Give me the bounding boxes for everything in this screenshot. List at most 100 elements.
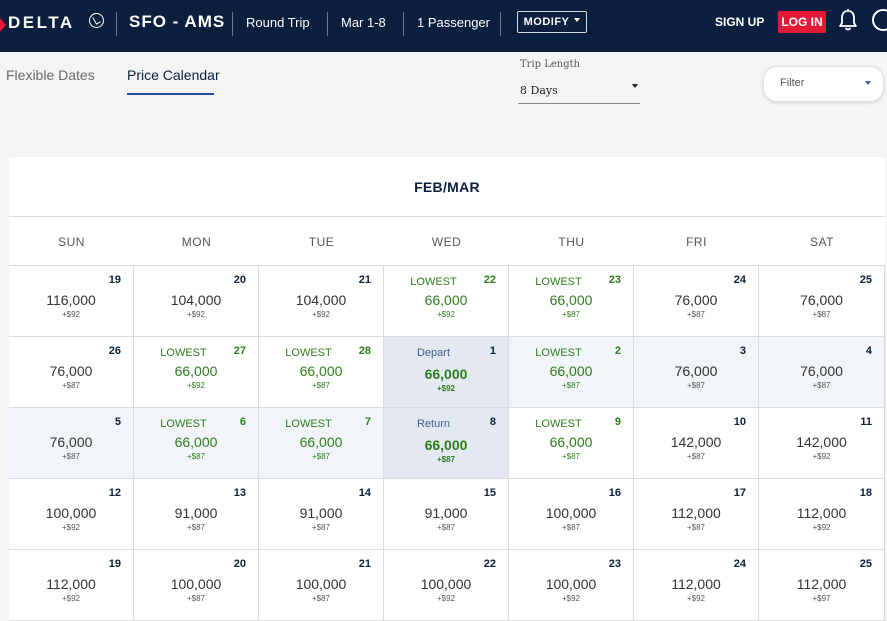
modify-button[interactable]: MODIFY: [517, 11, 587, 33]
tab-price-calendar[interactable]: Price Calendar: [127, 67, 220, 83]
calendar-day-cell[interactable]: 13 91,000 +$87: [134, 479, 259, 550]
tax-amount: +$87: [561, 523, 581, 532]
route-label: SFO - AMS: [129, 12, 226, 31]
tab-flexible-dates[interactable]: Flexible Dates: [6, 67, 95, 83]
calendar-day-cell[interactable]: 6 66,000 +$87 LOWEST: [134, 408, 259, 479]
calendar-day-cell[interactable]: 21 100,000 +$87: [259, 550, 384, 621]
calendar-day-cell[interactable]: 3 76,000 +$87: [634, 337, 759, 408]
trip-length-label: Trip Length: [520, 59, 581, 70]
travel-dates: Mar 1-8: [341, 15, 386, 30]
tax-amount: +$92: [61, 594, 81, 603]
miles-price: 66,000: [424, 366, 468, 382]
miles-price: 66,000: [549, 434, 593, 450]
calendar-day-cell[interactable]: 14 91,000 +$87: [259, 479, 384, 550]
calendar-day-cell[interactable]: 20 100,000 +$87: [134, 550, 259, 621]
calendar-day-cell[interactable]: 23 100,000 +$92: [509, 550, 634, 621]
calendar-day-cell[interactable]: 17 112,000 +$87: [634, 479, 759, 550]
calendar-day-cell[interactable]: 16 100,000 +$87: [509, 479, 634, 550]
tax-amount: +$87: [186, 523, 206, 532]
day-number: 19: [108, 558, 121, 570]
calendar-day-cell[interactable]: 18 112,000 +$92: [759, 479, 885, 550]
miles-price: 76,000: [49, 363, 93, 379]
divider: [116, 12, 117, 36]
calendar-day-cell[interactable]: 15 91,000 +$87: [384, 479, 509, 550]
miles-price: 66,000: [299, 363, 343, 379]
user-avatar-icon[interactable]: [872, 9, 887, 31]
lowest-badge: LOWEST: [285, 347, 332, 359]
filter-label: Filter: [780, 77, 805, 89]
log-in-button[interactable]: LOG IN: [778, 11, 826, 33]
calendar-day-cell[interactable]: 26 76,000 +$87: [9, 337, 134, 408]
day-number: 18: [859, 487, 872, 499]
weekday-mon: MON: [181, 235, 212, 249]
tax-amount: +$92: [561, 594, 581, 603]
tax-amount: +$92: [436, 594, 456, 603]
tax-amount: +$87: [812, 310, 831, 319]
calendar-day-cell[interactable]: 8 66,000 +$87 Return: [384, 408, 509, 479]
calendar-day-cell[interactable]: 12 100,000 +$92: [9, 479, 134, 550]
calendar-day-cell[interactable]: 4 76,000 +$87: [759, 337, 885, 408]
bell-icon[interactable]: [837, 8, 859, 32]
day-number: 25: [859, 558, 872, 570]
miles-price: 66,000: [549, 292, 593, 308]
top-nav-bar: DELTA SFO - AMS Round Trip Mar 1-8 1 Pas…: [0, 0, 887, 52]
price-calendar: FEB/MAR SUN MON TUE WED THU FRI SAT 19 116,000 +…: [9, 157, 885, 621]
calendar-day-cell[interactable]: 25 112,000 +$97: [759, 550, 885, 621]
trip-length-value: 8 Days: [520, 84, 558, 97]
tax-amount: +$87: [311, 452, 331, 461]
day-number: 22: [483, 558, 496, 570]
calendar-day-cell[interactable]: 20 104,000 +$92: [134, 266, 259, 337]
calendar-day-cell[interactable]: 7 66,000 +$87 LOWEST: [259, 408, 384, 479]
weekday-tue: TUE: [308, 235, 335, 249]
calendar-day-cell[interactable]: 21 104,000 +$92: [259, 266, 384, 337]
filter-dropdown[interactable]: Filter: [763, 66, 884, 102]
miles-price: 91,000: [299, 505, 343, 521]
calendar-day-cell[interactable]: 11 142,000 +$92: [759, 408, 885, 479]
lowest-badge: LOWEST: [410, 276, 457, 288]
calendar-day-cell[interactable]: 27 66,000 +$92 LOWEST: [134, 337, 259, 408]
calendar-grid: 19 116,000 +$92 20 104,000 +$92 21 104,000 +$92 2…: [9, 266, 885, 621]
tax-amount: +$97: [812, 594, 831, 603]
calendar-day-cell[interactable]: 25 76,000 +$87: [759, 266, 885, 337]
tax-amount: +$87: [61, 381, 81, 390]
day-number: 21: [358, 274, 371, 286]
tax-amount: +$92: [686, 594, 706, 603]
calendar-day-cell[interactable]: 10 142,000 +$87: [634, 408, 759, 479]
weekday-header-row: SUN MON TUE WED THU FRI SAT: [9, 218, 885, 266]
miles-price: 76,000: [800, 363, 843, 379]
tax-amount: +$92: [61, 310, 81, 319]
tax-amount: +$87: [686, 523, 706, 532]
tax-amount: +$92: [186, 381, 206, 390]
lowest-badge: LOWEST: [535, 347, 582, 359]
miles-price: 91,000: [424, 505, 468, 521]
day-number: 19: [108, 274, 121, 286]
calendar-day-cell[interactable]: 1 66,000 +$92 Depart: [384, 337, 509, 408]
miles-price: 100,000: [545, 505, 597, 521]
sign-up-link[interactable]: SIGN UP: [715, 15, 764, 29]
tax-amount: +$87: [311, 381, 331, 390]
calendar-day-cell[interactable]: 22 100,000 +$92: [384, 550, 509, 621]
day-number: 11: [860, 416, 872, 428]
calendar-day-cell[interactable]: 5 76,000 +$87: [9, 408, 134, 479]
calendar-day-cell[interactable]: 9 66,000 +$87 LOWEST: [509, 408, 634, 479]
weekday-thu: THU: [558, 235, 585, 249]
calendar-day-cell[interactable]: 19 112,000 +$92: [9, 550, 134, 621]
calendar-day-cell[interactable]: 2 66,000 +$87 LOWEST: [509, 337, 634, 408]
tax-amount: +$92: [436, 384, 456, 393]
tax-amount: +$92: [812, 452, 831, 461]
tax-amount: +$87: [561, 310, 581, 319]
lowest-badge: LOWEST: [285, 418, 332, 430]
tax-amount: +$87: [686, 310, 706, 319]
calendar-day-cell[interactable]: 24 112,000 +$92: [634, 550, 759, 621]
tax-amount: +$87: [436, 523, 456, 532]
calendar-day-cell[interactable]: 24 76,000 +$87: [634, 266, 759, 337]
weekday-fri: FRI: [686, 235, 707, 249]
divider: [403, 12, 404, 36]
calendar-day-cell[interactable]: 23 66,000 +$87 LOWEST: [509, 266, 634, 337]
trip-length-select[interactable]: 8 Days: [518, 78, 640, 104]
miles-price: 66,000: [424, 292, 468, 308]
tax-amount: +$92: [311, 310, 331, 319]
calendar-day-cell[interactable]: 19 116,000 +$92: [9, 266, 134, 337]
calendar-day-cell[interactable]: 28 66,000 +$87 LOWEST: [259, 337, 384, 408]
calendar-day-cell[interactable]: 22 66,000 +$92 LOWEST: [384, 266, 509, 337]
